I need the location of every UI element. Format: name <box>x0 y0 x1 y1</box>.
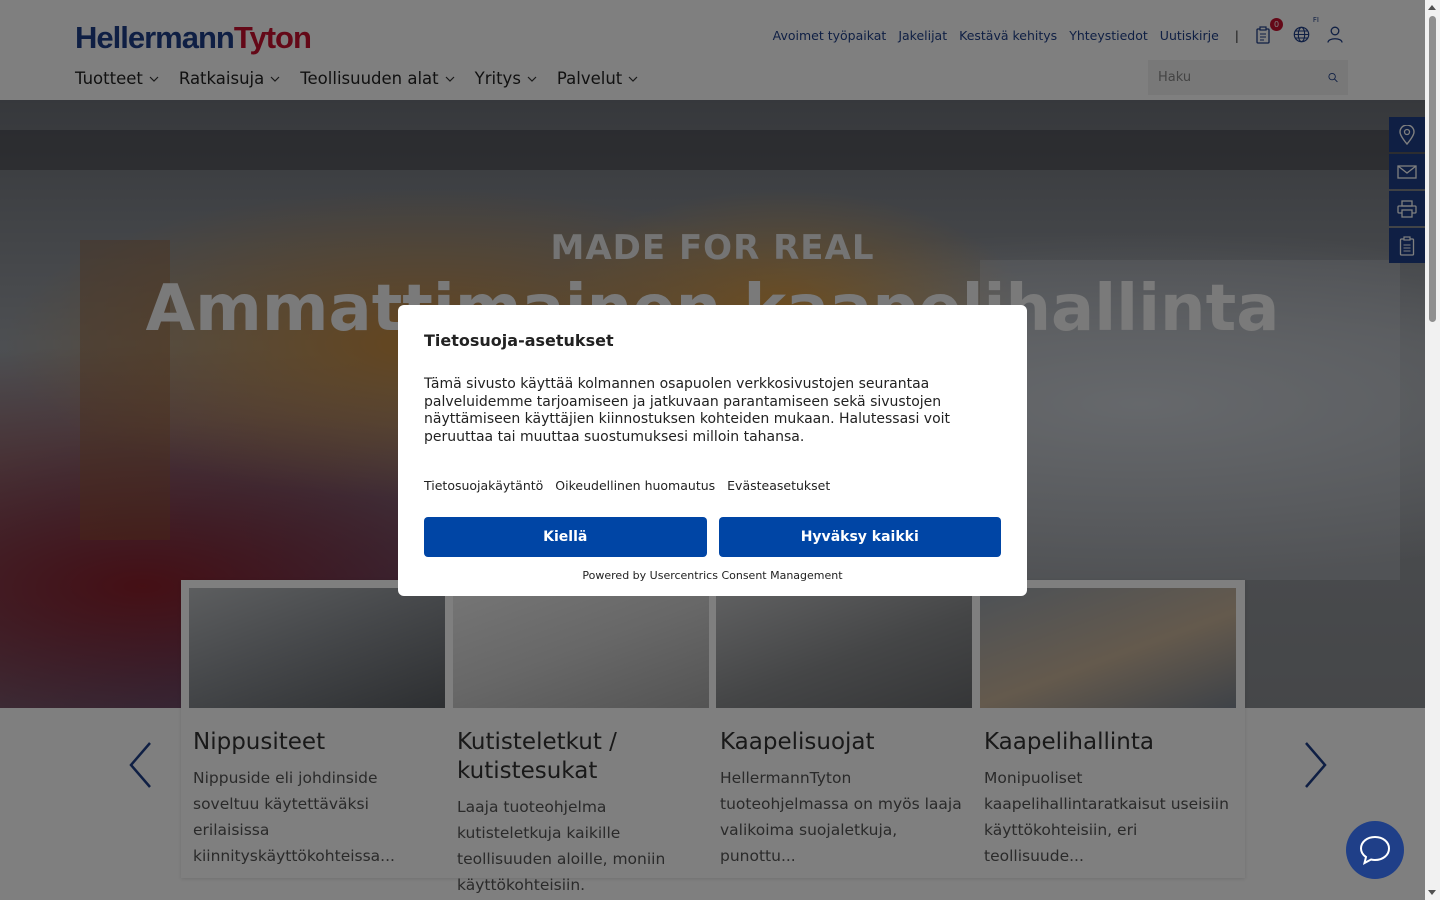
powered-by-text: Powered by Usercentrics Consent Manageme… <box>582 569 843 582</box>
page-scrollbar[interactable] <box>1425 0 1440 900</box>
scroll-up-arrow-icon[interactable] <box>1428 5 1436 10</box>
legal-notice-link[interactable]: Oikeudellinen huomautus <box>555 478 715 493</box>
scrollbar-thumb[interactable] <box>1429 16 1436 322</box>
consent-dialog: Tietosuoja-asetukset Tämä sivusto käyttä… <box>398 305 1027 596</box>
consent-body-text: Tämä sivusto käyttää kolmannen osapuolen… <box>424 376 951 445</box>
cookie-settings-link[interactable]: Evästeasetukset <box>727 478 830 493</box>
chat-button[interactable] <box>1346 821 1404 879</box>
accept-all-button[interactable]: Hyväksy kaikki <box>718 517 1001 557</box>
scroll-down-arrow-icon[interactable] <box>1428 890 1436 895</box>
privacy-policy-link[interactable]: Tietosuojakäytäntö <box>424 478 543 493</box>
deny-button[interactable]: Kiellä <box>424 517 707 557</box>
consent-title: Tietosuoja-asetukset <box>424 331 614 350</box>
consent-buttons: Kiellä Hyväksy kaikki <box>424 517 1001 557</box>
consent-links: Tietosuojakäytäntö Oikeudellinen huomaut… <box>424 478 1001 493</box>
chat-bubble-icon <box>1359 835 1391 865</box>
